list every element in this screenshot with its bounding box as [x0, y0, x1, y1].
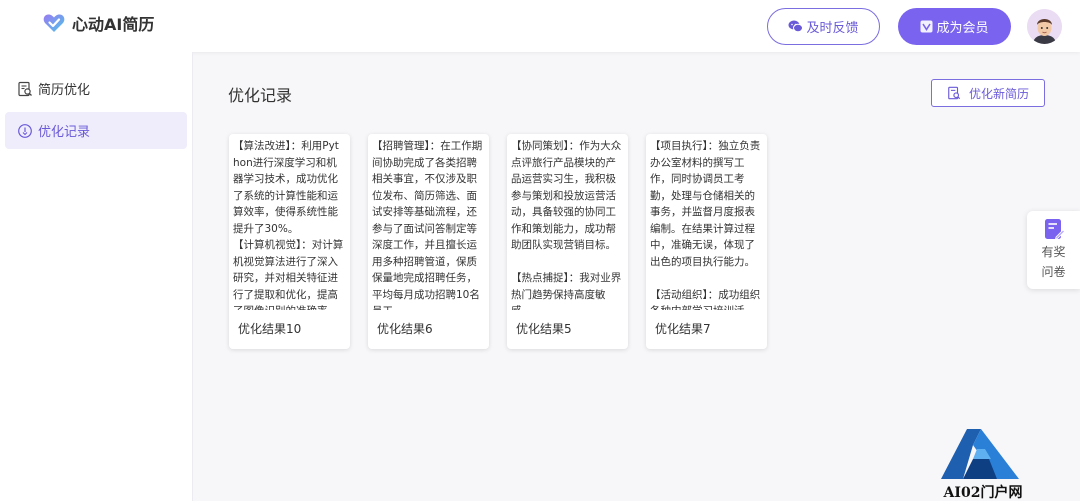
top-header: 心动AI简历 及时反馈 成为会员 — [0, 0, 1080, 52]
result-card-title: 优化结果7 — [655, 322, 711, 336]
survey-label-line2: 问卷 — [1041, 265, 1066, 279]
record-icon — [17, 123, 33, 139]
become-vip-button[interactable]: 成为会员 — [898, 8, 1011, 45]
result-card[interactable]: 【算法改进】：利用Python进行深度学习和机器学习技术，成功优化了系统的计算性… — [229, 134, 350, 349]
result-card-text: 【项目执行】：独立负责办公室材料的撰写工作，同时协调员工考勤，处理与仓储相关的事… — [650, 140, 761, 310]
vip-label: 成为会员 — [936, 21, 989, 36]
result-card[interactable]: 【协同策划】：作为大众点评旅行产品模块的产品运营实习生，我积极参与策划和投放运营… — [507, 134, 628, 349]
sidebar: 简历优化 优化记录 — [0, 52, 193, 501]
result-card[interactable]: 【项目执行】：独立负责办公室材料的撰写工作，同时协调员工考勤，处理与仓储相关的事… — [646, 134, 767, 349]
result-card-text: 【算法改进】：利用Python进行深度学习和机器学习技术，成功优化了系统的计算性… — [233, 140, 344, 310]
survey-form-icon — [1044, 219, 1065, 240]
sidebar-item-label: 简历优化 — [38, 83, 91, 98]
result-card-text: 【协同策划】：作为大众点评旅行产品模块的产品运营实习生，我积极参与策划和投放运营… — [511, 140, 622, 310]
user-avatar[interactable] — [1027, 9, 1062, 44]
result-card-title: 优化结果5 — [516, 322, 572, 336]
optimize-new-resume-button[interactable]: 优化新简历 — [931, 79, 1045, 107]
feedback-button[interactable]: 及时反馈 — [767, 8, 880, 45]
wechat-icon — [788, 20, 804, 33]
feedback-label: 及时反馈 — [806, 21, 859, 36]
result-card[interactable]: 【招聘管理】：在工作期间协助完成了各类招聘相关事宜，不仅涉及职位发布、简历筛选、… — [368, 134, 489, 349]
sidebar-item-optimize-records[interactable]: 优化记录 — [5, 112, 187, 149]
page-title: 优化记录 — [228, 86, 293, 105]
result-card-title: 优化结果10 — [238, 322, 302, 336]
sidebar-item-label: 优化记录 — [38, 125, 91, 140]
result-card-text: 【招聘管理】：在工作期间协助完成了各类招聘相关事宜，不仅涉及职位发布、简历筛选、… — [372, 140, 483, 310]
resume-search-icon — [947, 86, 961, 100]
sidebar-item-resume-optimize[interactable]: 简历优化 — [5, 70, 187, 107]
watermark-logo-icon — [941, 429, 1019, 479]
user-avatar-icon — [1027, 9, 1062, 44]
heart-check-logo-icon — [43, 14, 65, 32]
resume-search-icon — [17, 81, 33, 97]
survey-float-button[interactable]: 有奖 问卷 — [1027, 211, 1080, 289]
optimize-new-resume-label: 优化新简历 — [968, 86, 1029, 101]
result-card-title: 优化结果6 — [377, 322, 433, 336]
app-logo[interactable]: 心动AI简历 — [42, 11, 154, 35]
watermark: AI02门户网 — [933, 425, 1033, 501]
app-name: 心动AI简历 — [72, 15, 155, 34]
survey-label-line1: 有奖 — [1041, 245, 1066, 259]
watermark-text: AI02门户网 — [943, 485, 1023, 501]
vip-card-icon — [920, 20, 933, 33]
